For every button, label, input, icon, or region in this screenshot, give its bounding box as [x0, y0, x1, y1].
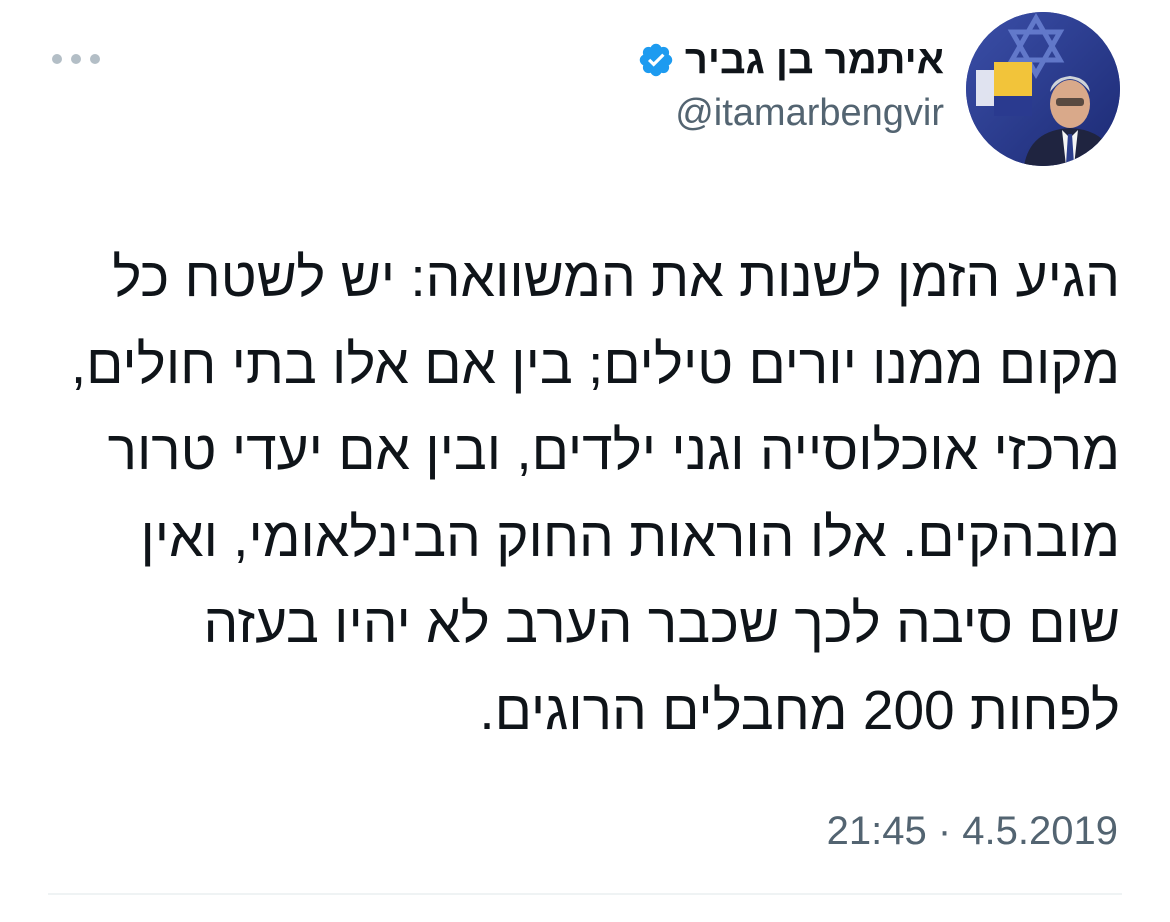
more-dot [52, 54, 62, 64]
tweet-body-line: מובהקים. אלו הוראות החוק הבינלאומי, ואין [140, 505, 1121, 568]
tweet-card: איתמר בן גביר @itamarbengvir הגיע הזמן ל… [0, 0, 1170, 922]
avatar-image [966, 12, 1120, 166]
more-options-button[interactable] [52, 46, 100, 72]
author-handle[interactable]: @itamarbengvir [675, 90, 944, 136]
tweet-body: הגיע הזמן לשנות את המשוואה: יש לשטח כל מ… [38, 234, 1120, 753]
timestamp-separator: · [937, 809, 952, 853]
more-dot [71, 54, 81, 64]
tweet-body-line: לפחות 200 מחבלים הרוגים. [479, 678, 1120, 741]
tweet-body-line: מקום ממנו יורים טילים; בין אם אלו בתי חו… [70, 332, 1120, 395]
more-dot [90, 54, 100, 64]
author-display-name[interactable]: איתמר בן גביר [685, 36, 944, 84]
verified-badge-icon [639, 43, 673, 77]
divider [48, 893, 1122, 895]
profile-avatar[interactable] [966, 12, 1120, 166]
tweet-body-line: שום סיבה לכך שכבר הערב לא יהיו בעזה [203, 592, 1120, 654]
author-name-row[interactable]: איתמר בן גביר [637, 36, 944, 84]
tweet-timestamp[interactable]: 21:45 · 4.5.2019 [827, 806, 1118, 856]
tweet-body-line: מרכזי אוכלוסייה וגני ילדים, ובין אם יעדי… [107, 419, 1120, 481]
tweet-body-line: הגיע הזמן לשנות את המשוואה: יש לשטח כל [112, 246, 1120, 308]
tweet-date[interactable]: 4.5.2019 [962, 809, 1118, 853]
tweet-time[interactable]: 21:45 [827, 809, 927, 853]
